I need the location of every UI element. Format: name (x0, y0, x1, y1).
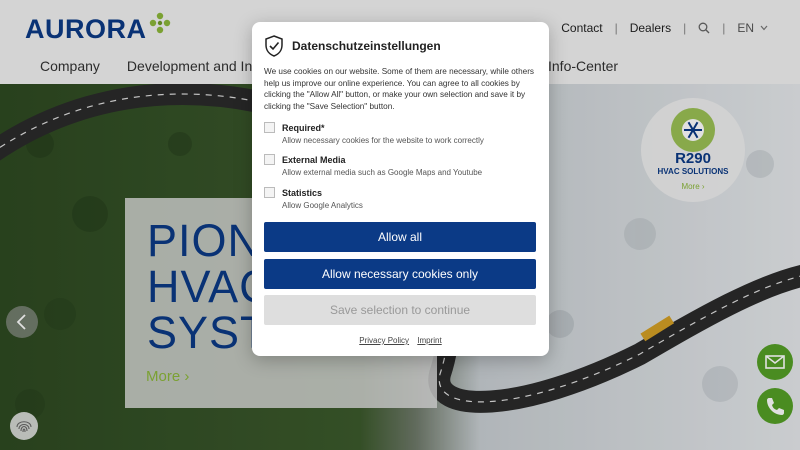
option-name: External Media (282, 155, 346, 165)
option-description: Allow external media such as Google Maps… (282, 168, 483, 177)
dialog-footer-links: Privacy Policy Imprint (252, 336, 549, 345)
privacy-policy-link[interactable]: Privacy Policy (359, 336, 409, 345)
cookie-consent-dialog: Datenschutzeinstellungen We use cookies … (252, 22, 549, 356)
statistics-checkbox[interactable] (264, 187, 275, 198)
dialog-header: Datenschutzeinstellungen (264, 35, 441, 57)
option-name: Statistics (282, 188, 323, 198)
required-checkbox[interactable] (264, 122, 275, 133)
dialog-title: Datenschutzeinstellungen (292, 39, 441, 53)
allow-all-button[interactable]: Allow all (264, 222, 536, 252)
external-media-checkbox[interactable] (264, 154, 275, 165)
option-description: Allow Google Analytics (282, 201, 363, 210)
imprint-link[interactable]: Imprint (417, 336, 441, 345)
option-description: Allow necessary cookies for the website … (282, 136, 484, 145)
dialog-intro-text: We use cookies on our website. Some of t… (264, 67, 535, 112)
save-selection-button[interactable]: Save selection to continue (264, 295, 536, 325)
option-name: Required* (282, 123, 325, 133)
allow-necessary-button[interactable]: Allow necessary cookies only (264, 259, 536, 289)
shield-check-icon (265, 35, 283, 57)
